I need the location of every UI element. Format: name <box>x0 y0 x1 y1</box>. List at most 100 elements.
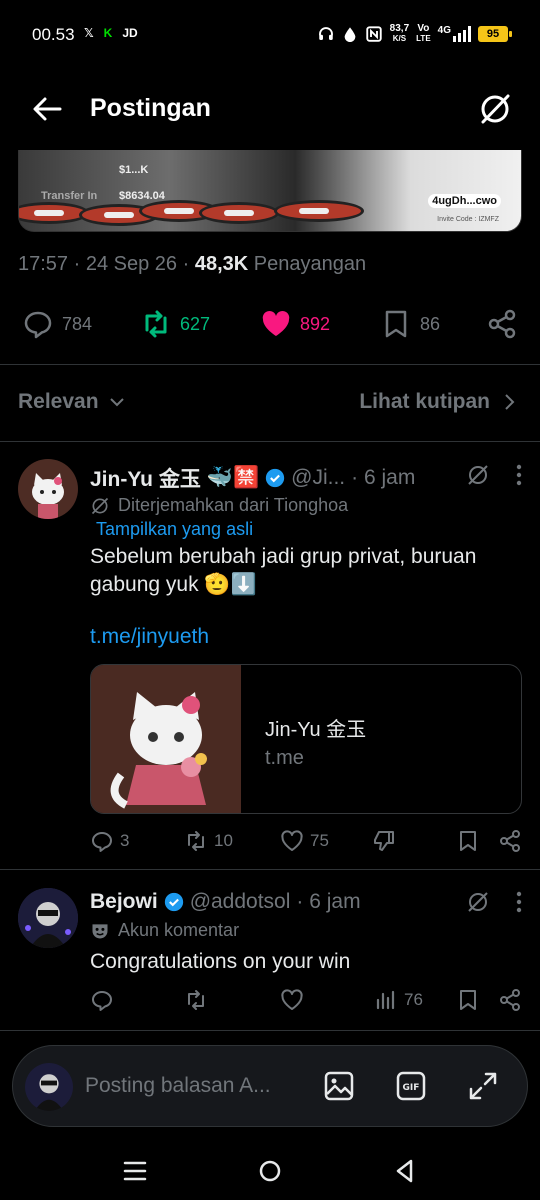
status-bar: 00.53 𝕏 K JD 83,7 K/S Vo LTE 4G 95 <box>0 0 540 70</box>
page-title: Postingan <box>90 94 211 122</box>
status-time: 00.53 <box>32 25 75 44</box>
repost-button[interactable]: 627 <box>140 308 210 340</box>
link-preview-card[interactable]: Jin-Yu 金玉 t.me <box>90 664 522 814</box>
svg-text:GIF: GIF <box>403 1083 420 1093</box>
bookmark-button[interactable]: 86 <box>380 308 440 340</box>
bookmark-icon <box>460 990 476 1010</box>
translation-note: Diterjemahkan dari Tionghoa <box>90 495 348 516</box>
share-icon <box>500 830 520 852</box>
share-button[interactable] <box>486 308 518 340</box>
reply-icon <box>92 832 112 852</box>
repost-button[interactable]: 10 <box>184 829 233 853</box>
verified-badge-icon <box>265 468 285 488</box>
engagement-bar: 784 627 892 86 <box>0 300 540 346</box>
reply-header: Jin-Yu 金玉 🐳🈲 @Ji... · 6 jam <box>90 463 415 493</box>
status-indicators: 83,7 K/S Vo LTE 4G 95 <box>317 23 512 44</box>
volte-indicator: Vo LTE <box>416 23 431 44</box>
reply-header-actions <box>466 890 522 914</box>
views-count[interactable]: 48,3K <box>195 253 248 275</box>
account-note: Akun komentar <box>90 920 239 941</box>
repost-icon <box>145 310 167 338</box>
post-meta: 17:57 · 24 Sep 26 · 48,3K Penayangan <box>18 253 367 275</box>
like-button[interactable]: 75 <box>280 829 329 853</box>
share-icon <box>500 989 520 1011</box>
gif-icon[interactable]: GIF <box>395 1070 427 1102</box>
bookmark-count: 86 <box>420 313 441 334</box>
quotes-label: Lihat kutipan <box>359 390 490 413</box>
post-date: 24 Sep 26 <box>85 253 178 275</box>
reply-header-actions <box>466 463 522 487</box>
divider <box>0 1030 540 1031</box>
bookmark-button[interactable] <box>456 988 480 1012</box>
casino-chip <box>274 200 364 222</box>
like-button[interactable]: 892 <box>260 308 330 340</box>
reply-actions: 3 10 75 <box>90 829 522 859</box>
username[interactable]: @Ji... <box>291 466 345 490</box>
image-icon[interactable] <box>323 1070 355 1102</box>
grok-small-icon <box>91 497 109 514</box>
status-app-icons: 𝕏 K JD <box>84 26 138 40</box>
post-media-image[interactable]: $1...K $8634.04 Transfer In 4ugDh...cwo … <box>18 150 522 232</box>
post-timestamp: · 6 jam <box>296 890 361 913</box>
avatar[interactable] <box>18 888 78 948</box>
views-label: Penayangan <box>253 253 367 275</box>
system-nav-bar <box>0 1140 540 1200</box>
views-chart-icon <box>376 990 395 1010</box>
sort-label: Relevan <box>18 390 99 413</box>
reply-header: Bejowi @addotsol · 6 jam <box>90 890 361 914</box>
display-name[interactable]: Bejowi <box>90 890 158 914</box>
back-arrow-icon[interactable] <box>30 94 64 124</box>
reply-item[interactable]: Bejowi @addotsol · 6 jam Akun komentar C… <box>0 870 540 1030</box>
nfc-icon <box>365 26 382 42</box>
more-options-icon[interactable] <box>516 891 522 913</box>
bookmark-icon <box>460 831 476 851</box>
expand-icon[interactable] <box>467 1070 499 1102</box>
reply-item[interactable]: Jin-Yu 金玉 🐳🈲 @Ji... · 6 jam Diterjemahka… <box>0 441 540 869</box>
link-preview-image <box>91 665 241 813</box>
home-icon[interactable] <box>255 1156 285 1186</box>
grok-icon[interactable] <box>478 92 512 126</box>
repost-count: 627 <box>180 313 211 334</box>
grok-icon[interactable] <box>466 890 490 914</box>
username[interactable]: @addotsol <box>190 890 291 914</box>
mask-icon <box>92 923 108 938</box>
share-button[interactable] <box>498 988 522 1012</box>
views-button[interactable]: 76 <box>374 988 423 1012</box>
signal-icon <box>453 26 471 42</box>
reply-button[interactable] <box>90 988 114 1012</box>
reply-text: Sebelum berubah jadi grup privat, buruan… <box>90 545 477 596</box>
show-original-link[interactable]: Tampilkan yang asli <box>96 519 253 540</box>
reply-button[interactable]: 3 <box>90 829 129 853</box>
display-name[interactable]: Jin-Yu 金玉 <box>90 463 201 493</box>
reply-count: 784 <box>62 313 93 334</box>
grok-icon[interactable] <box>466 463 490 487</box>
x-app-icon: 𝕏 <box>84 26 94 40</box>
battery-icon: 95 <box>478 26 512 42</box>
sort-dropdown[interactable]: Relevan <box>18 390 125 414</box>
card-title: Jin-Yu 金玉 <box>265 719 367 741</box>
composer-tools: GIF <box>323 1070 499 1102</box>
post-timestamp: · 6 jam <box>351 466 416 489</box>
avatar[interactable] <box>18 459 78 519</box>
like-button[interactable] <box>280 988 304 1012</box>
reply-input[interactable]: Posting balasan A... <box>85 1074 271 1098</box>
reply-actions: 76 <box>90 988 522 1018</box>
view-quotes-link[interactable]: Lihat kutipan <box>359 390 516 414</box>
chevron-right-icon <box>505 394 515 410</box>
name-emojis: 🐳🈲 <box>206 466 260 489</box>
recent-apps-icon[interactable] <box>120 1156 150 1186</box>
repost-button[interactable] <box>184 988 208 1012</box>
reply-icon <box>24 311 52 339</box>
dislike-button[interactable] <box>372 829 396 853</box>
reply-button[interactable]: 784 <box>22 308 92 340</box>
headset-icon <box>318 27 333 40</box>
bookmark-button[interactable] <box>456 829 480 853</box>
back-nav-icon[interactable] <box>390 1156 420 1186</box>
share-button[interactable] <box>498 829 522 853</box>
casino-chip <box>199 202 279 224</box>
more-options-icon[interactable] <box>516 464 522 486</box>
post-time: 17:57 <box>18 253 69 275</box>
reply-composer[interactable]: Posting balasan A... GIF <box>12 1045 528 1127</box>
heart-filled-icon <box>262 311 290 336</box>
reply-link[interactable]: t.me/jinyueth <box>90 625 209 649</box>
